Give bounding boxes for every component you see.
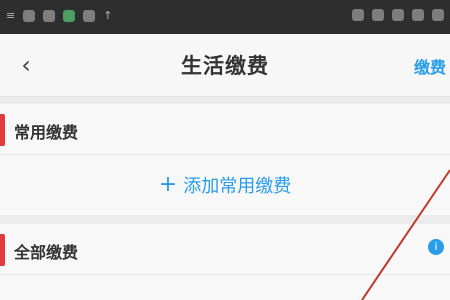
annotation-stroke: [361, 169, 450, 300]
annotation-line: [361, 169, 450, 300]
